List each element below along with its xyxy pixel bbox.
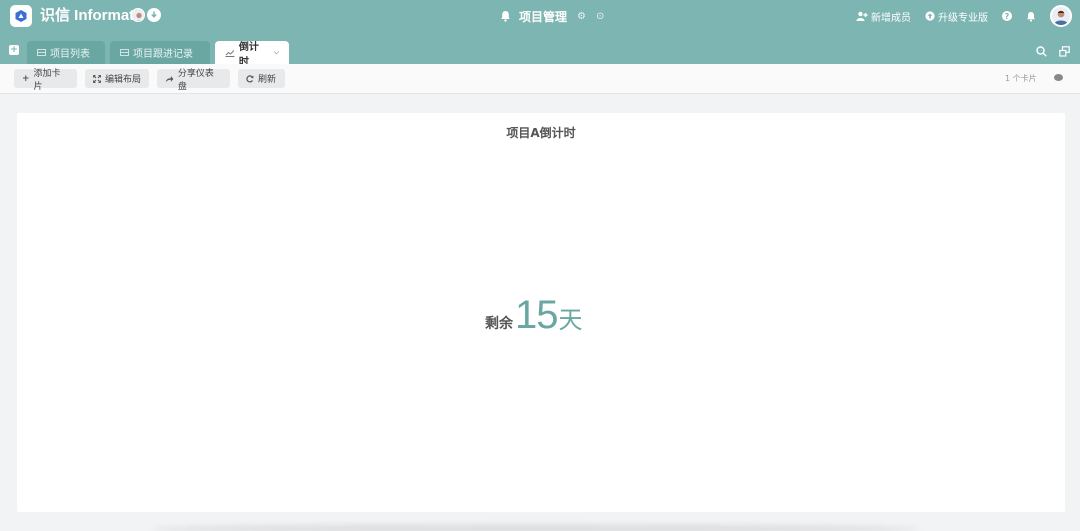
- tab-project-list[interactable]: 项目列表: [27, 41, 105, 64]
- download-icon[interactable]: [147, 8, 161, 22]
- tab-label: 项目列表: [50, 49, 90, 60]
- tab-bar: + 项目列表 项目跟进记录 倒计时 ⌵: [0, 32, 1080, 68]
- add-user-icon: [856, 11, 868, 21]
- header-actions: 新增成员 升级专业版 ?: [856, 4, 1072, 28]
- upgrade-circle-icon: [925, 11, 935, 21]
- tab-label: 倒计时: [238, 41, 259, 68]
- top-header: 识信 Informat 项目管理 ⚙ ⊙ 新增成员 升级专业版 ?: [0, 0, 1080, 32]
- dashboard-toolbar: + 添加卡片 编辑布局 分享仪表盘 刷新: [0, 64, 1080, 94]
- edit-layout-label: 编辑布局: [105, 75, 142, 85]
- share-arrow-icon: [165, 75, 174, 82]
- edit-layout-button[interactable]: 编辑布局: [85, 69, 149, 88]
- table-icon: [120, 49, 129, 56]
- refresh-icon: [246, 74, 254, 83]
- app-title: 项目管理: [519, 9, 568, 24]
- refresh-label: 刷新: [258, 75, 277, 85]
- countdown-days: 15: [515, 293, 558, 337]
- user-avatar[interactable]: [1050, 5, 1072, 27]
- add-member-label: 新增成员: [871, 12, 911, 24]
- card-count: 1 个卡片: [1005, 74, 1037, 83]
- user-avatar-small[interactable]: [131, 8, 145, 22]
- table-icon: [37, 49, 46, 56]
- refresh-button[interactable]: 刷新: [238, 69, 285, 88]
- add-card-label: 添加卡片: [33, 68, 61, 92]
- app-logo-icon[interactable]: [10, 5, 32, 27]
- settings-gear-icon[interactable]: ⚙: [577, 11, 586, 22]
- countdown-display: 剩余 15 天: [485, 295, 583, 335]
- countdown-unit: 天: [558, 306, 583, 334]
- share-dashboard-label: 分享仪表盘: [177, 68, 214, 92]
- brand-name[interactable]: 识信 Informat: [40, 6, 134, 26]
- tab-label: 项目跟进记录: [133, 49, 193, 60]
- tab-project-followup[interactable]: 项目跟进记录: [110, 41, 210, 64]
- add-member-button[interactable]: 新增成员: [856, 9, 911, 24]
- upgrade-label: 升级专业版: [938, 12, 988, 24]
- upgrade-button[interactable]: 升级专业版: [925, 9, 988, 24]
- info-circle-icon[interactable]: ⊙: [596, 11, 604, 22]
- plus-icon: +: [22, 73, 30, 84]
- bell-icon: [501, 11, 510, 22]
- add-card-button[interactable]: + 添加卡片: [14, 69, 77, 92]
- chart-line-icon: [225, 49, 235, 57]
- add-tab-icon[interactable]: +: [9, 45, 19, 55]
- window-restore-icon[interactable]: [1059, 46, 1070, 57]
- expand-icon: [93, 74, 101, 83]
- countdown-prefix: 剩余: [485, 316, 513, 332]
- app-title-group: 项目管理 ⚙ ⊙: [500, 7, 604, 25]
- notification-bell-icon[interactable]: [1026, 11, 1036, 22]
- card-title: 项目A倒计时: [506, 126, 576, 140]
- bottom-shadow-decoration: [150, 524, 920, 531]
- chevron-down-icon[interactable]: ⌵: [274, 48, 279, 57]
- search-icon[interactable]: [1036, 46, 1047, 57]
- tab-countdown[interactable]: 倒计时 ⌵: [215, 41, 289, 68]
- tab-bar-actions: [1036, 46, 1070, 57]
- share-dashboard-button[interactable]: 分享仪表盘: [157, 69, 230, 92]
- help-icon[interactable]: ?: [1002, 11, 1012, 21]
- countdown-card[interactable]: 项目A倒计时 剩余 15 天: [17, 113, 1065, 512]
- comment-icon[interactable]: [1054, 74, 1063, 81]
